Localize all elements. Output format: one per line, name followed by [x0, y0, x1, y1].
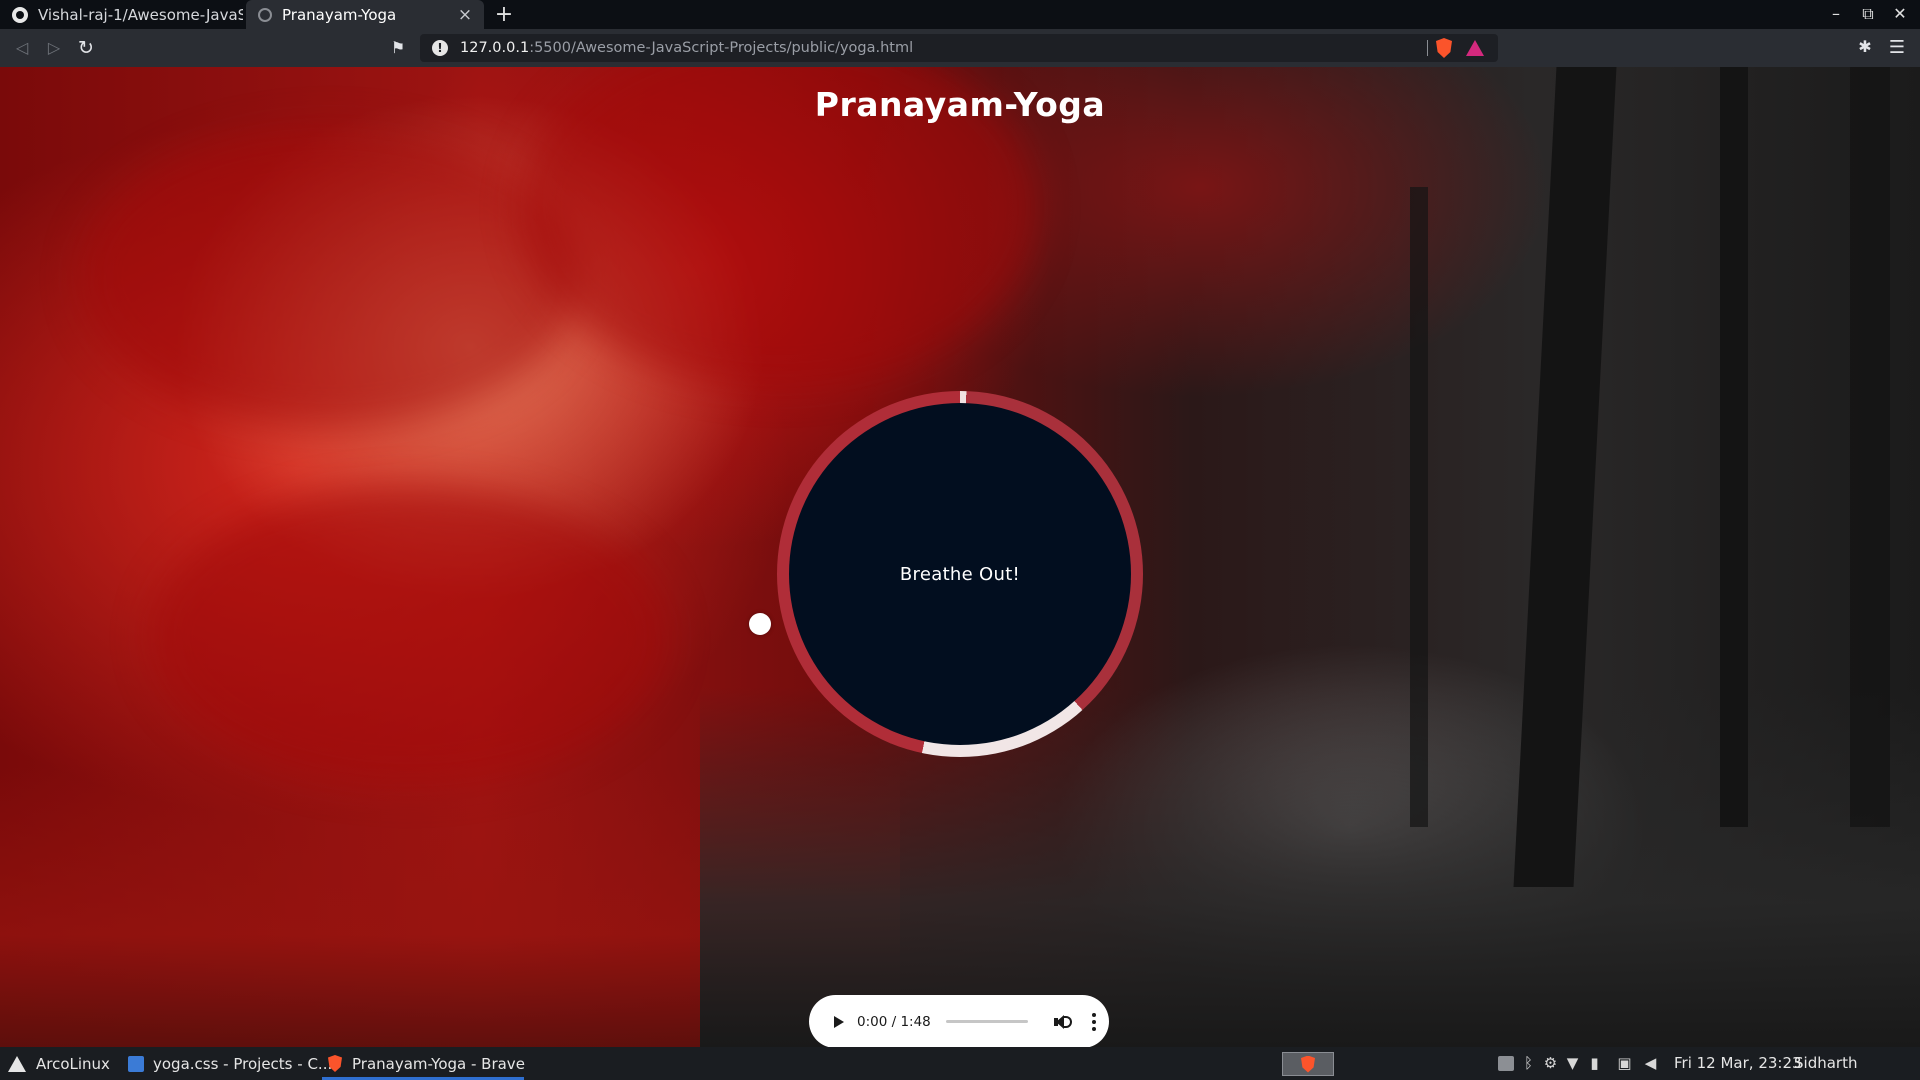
url-path: :5500/Awesome-JavaScript-Projects/public…	[529, 40, 914, 56]
more-options-icon[interactable]	[1091, 1012, 1096, 1031]
brave-shield-icon[interactable]	[1436, 38, 1452, 58]
minimize-icon[interactable]: –	[1826, 4, 1846, 23]
address-bar[interactable]: ! 127.0.0.1 :5500/Awesome-JavaScript-Pro…	[420, 34, 1498, 62]
background-tree	[1410, 187, 1428, 827]
user-name[interactable]: Sidharth Mohanty	[1794, 1047, 1920, 1080]
arcolinux-icon	[8, 1055, 26, 1072]
audio-seek-bar[interactable]	[945, 1020, 1028, 1023]
wifi-icon[interactable]: ▼	[1564, 1055, 1581, 1072]
maximize-icon[interactable]: ⧉	[1858, 4, 1878, 24]
site-info-icon[interactable]: !	[432, 40, 448, 56]
taskbar-launcher[interactable]: ArcoLinux	[8, 1047, 110, 1080]
breath-instruction: Breathe Out!	[899, 563, 1021, 585]
play-icon[interactable]	[829, 1012, 849, 1032]
reload-button[interactable]: ↻	[74, 36, 98, 60]
background-tree	[1720, 67, 1748, 827]
background-foliage	[80, 127, 580, 427]
tab-title: Pranayam-Yoga	[282, 5, 397, 24]
github-icon	[12, 6, 28, 23]
url-host: 127.0.0.1	[460, 40, 530, 56]
brave-icon	[328, 1055, 342, 1072]
breath-pointer	[749, 613, 771, 635]
brave-rewards-icon[interactable]	[1466, 40, 1484, 56]
brave-icon	[1301, 1055, 1315, 1073]
launcher-label: ArcoLinux	[36, 1054, 110, 1073]
tab-github[interactable]: Vishal-raj-1/Awesome-JavaSc	[0, 0, 243, 29]
settings-icon[interactable]: ⚙	[1542, 1055, 1559, 1072]
browser-tab-strip: Vishal-raj-1/Awesome-JavaSc Pranayam-Yog…	[0, 0, 1920, 29]
battery-icon[interactable]: ▮	[1586, 1055, 1603, 1072]
volume-icon[interactable]	[1052, 1013, 1072, 1031]
display-icon[interactable]: ▣	[1616, 1055, 1633, 1072]
bookmark-icon[interactable]: ⚑	[388, 36, 408, 60]
forward-button[interactable]: ▷	[42, 36, 66, 60]
code-icon	[128, 1055, 144, 1072]
close-tab-icon[interactable]: ×	[454, 5, 476, 25]
window-label: yoga.css - Projects - C...	[153, 1054, 333, 1073]
volume-icon[interactable]: ◀	[1642, 1055, 1659, 1072]
taskbar-window-code[interactable]: yoga.css - Projects - C...	[128, 1047, 332, 1080]
page-title: Pranayam-Yoga	[814, 85, 1106, 124]
new-tab-button[interactable]: +	[492, 2, 516, 27]
close-window-icon[interactable]: ✕	[1890, 4, 1910, 23]
tab-pranayam-yoga[interactable]: Pranayam-Yoga ×	[246, 0, 484, 29]
browser-menu-icon[interactable]: ☰	[1886, 37, 1908, 59]
workspace-pager[interactable]	[1282, 1052, 1334, 1076]
clipboard-icon[interactable]	[1498, 1056, 1514, 1071]
tab-title: Vishal-raj-1/Awesome-JavaSc	[38, 5, 243, 24]
bluetooth-icon[interactable]: ᛒ	[1520, 1055, 1537, 1072]
browser-toolbar: ◁ ▷ ↻ ⚑ ! 127.0.0.1 :5500/Awesome-JavaSc…	[0, 29, 1920, 67]
back-button[interactable]: ◁	[10, 36, 34, 60]
url-divider	[1427, 40, 1428, 56]
clock[interactable]: Fri 12 Mar, 23:23	[1674, 1047, 1802, 1080]
taskbar: ArcoLinux yoga.css - Projects - C... Pra…	[0, 1047, 1920, 1080]
taskbar-window-brave[interactable]: Pranayam-Yoga - Brave	[328, 1047, 525, 1080]
globe-icon	[258, 7, 272, 22]
breath-circle: Breathe Out!	[789, 403, 1131, 745]
audio-player[interactable]: 0:00 / 1:48	[809, 995, 1109, 1047]
background-foliage	[150, 487, 670, 787]
extensions-icon[interactable]: ✱	[1854, 37, 1876, 59]
background-tree	[1850, 67, 1890, 827]
window-label: Pranayam-Yoga - Brave	[352, 1054, 525, 1073]
page-viewport: Pranayam-Yoga Breathe Out! 0:00 / 1:48	[0, 67, 1920, 1047]
audio-time: 0:00 / 1:48	[857, 1013, 931, 1030]
